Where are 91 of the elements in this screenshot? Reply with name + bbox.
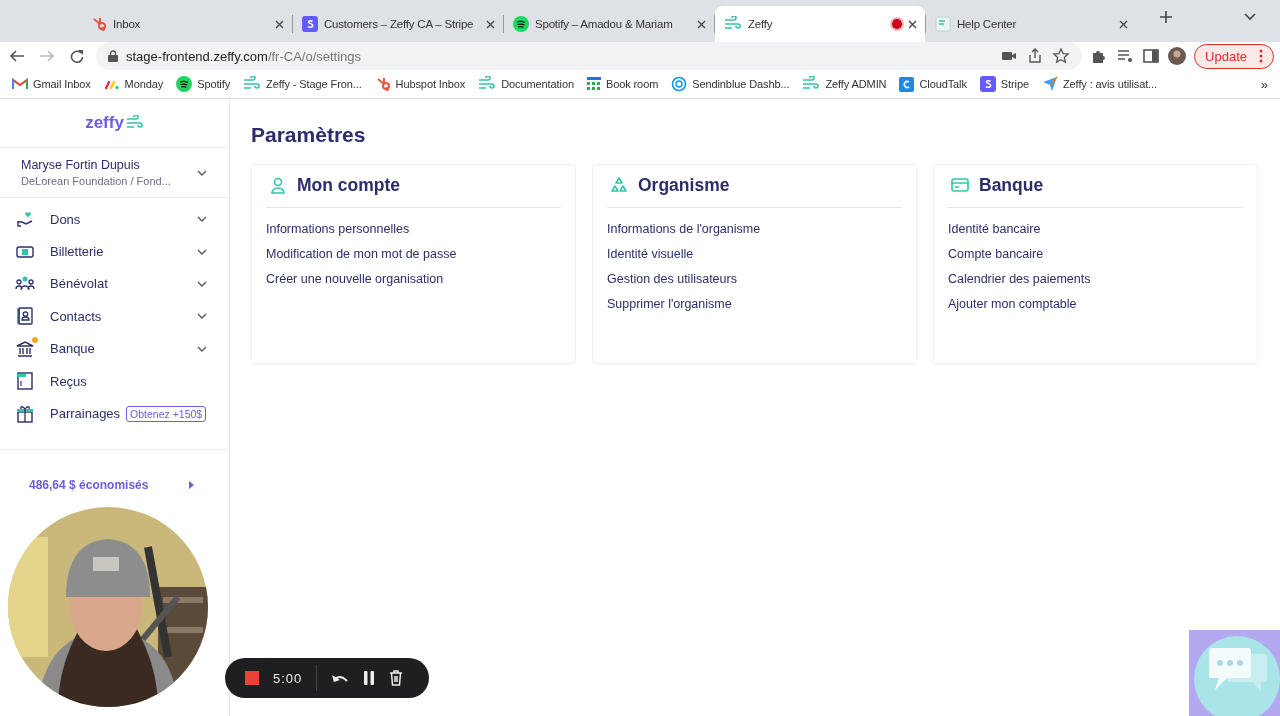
settings-link[interactable]: Calendrier des paiements xyxy=(948,270,1091,289)
trash-icon[interactable] xyxy=(389,670,404,686)
bookmark[interactable]: Zeffy - Stage Fron... xyxy=(243,76,362,92)
bookmark[interactable]: Stripe xyxy=(979,76,1029,92)
card-title: Banque xyxy=(979,174,1044,196)
avatar-icon[interactable] xyxy=(1168,47,1187,65)
referral-badge[interactable]: Obtenez +150$ xyxy=(126,405,207,422)
zeffy-wind-icon xyxy=(802,76,821,92)
bank-icon xyxy=(15,338,35,359)
browser-tab[interactable]: Customers – Zeffy CA – Stripe xyxy=(293,6,503,42)
card-title: Organisme xyxy=(638,174,730,196)
chevron-down-icon[interactable] xyxy=(197,313,207,320)
zeffy-wind-icon xyxy=(724,16,742,32)
chevron-down-icon[interactable] xyxy=(197,345,207,352)
update-button[interactable]: Update xyxy=(1194,43,1274,69)
close-icon[interactable] xyxy=(275,19,284,29)
card-icon xyxy=(951,176,969,194)
settings-link[interactable]: Compte bancaire xyxy=(948,245,1044,264)
pause-icon[interactable] xyxy=(363,671,376,685)
s-logo-icon xyxy=(979,76,996,92)
settings-link[interactable]: Supprimer l'organisme xyxy=(607,295,732,314)
close-icon[interactable] xyxy=(1119,19,1128,29)
settings-link[interactable]: Gestion des utilisateurs xyxy=(607,270,737,289)
sidebar-item[interactable]: Billetterie xyxy=(0,235,229,268)
s-logo-icon xyxy=(302,16,318,32)
address-bar[interactable]: stage-frontend.zeffy.com/fr-CA/o/settings xyxy=(96,42,1083,70)
close-icon[interactable] xyxy=(486,19,495,29)
browser-tab[interactable]: Zeffy xyxy=(715,6,925,42)
monday-icon xyxy=(103,78,120,90)
gift-icon xyxy=(15,403,35,424)
spotify-icon xyxy=(513,16,529,32)
bookmark[interactable]: Gmail Inbox xyxy=(12,78,91,90)
zeffy-wind-icon xyxy=(478,76,497,92)
browser-tab[interactable]: Inbox xyxy=(82,6,292,42)
chevron-down-icon[interactable] xyxy=(197,169,207,176)
settings-link[interactable]: Informations de l'organisme xyxy=(607,220,761,239)
playlist-icon[interactable] xyxy=(1116,47,1135,65)
settings-link[interactable]: Créer une nouvelle organisation xyxy=(266,270,444,289)
recording-time: 5:00 xyxy=(273,670,303,686)
side-panel-icon[interactable] xyxy=(1142,47,1161,65)
receipt-icon xyxy=(15,371,35,392)
c-logo-icon xyxy=(899,76,915,92)
star-icon[interactable] xyxy=(1052,47,1071,65)
close-icon[interactable] xyxy=(697,19,706,29)
bookmark[interactable]: Documentation xyxy=(478,76,574,92)
more-bookmarks-button[interactable]: » xyxy=(1260,76,1268,92)
zeffy-logo[interactable]: zeffy xyxy=(0,99,229,148)
page-title: Paramètres xyxy=(251,123,367,147)
chevron-down-icon[interactable] xyxy=(197,280,207,287)
sidebar-item[interactable]: Contacts xyxy=(0,300,229,333)
caret-right-icon xyxy=(189,480,194,489)
bookmark[interactable]: Sendinblue Dashb... xyxy=(671,76,790,92)
spotify-icon xyxy=(176,76,193,92)
flower-icon xyxy=(671,76,688,92)
settings-link[interactable]: Modification de mon mot de passe xyxy=(266,245,457,264)
browser-tab[interactable]: Help Center xyxy=(926,6,1136,42)
sidebar-item[interactable]: Dons xyxy=(0,203,229,236)
bookmark[interactable]: Zeffy ADMIN xyxy=(802,76,887,92)
bookmark[interactable]: Monday xyxy=(103,78,164,90)
calendar-grid-icon xyxy=(586,77,601,91)
zeffy-wind-icon xyxy=(243,76,262,92)
document-icon xyxy=(935,16,951,32)
bookmark[interactable]: Spotify xyxy=(176,76,231,92)
savings-link[interactable]: 486,64 $ économisés xyxy=(0,448,229,492)
contact-card-icon xyxy=(15,306,35,327)
settings-link[interactable]: Ajouter mon comptable xyxy=(948,295,1077,314)
paper-plane-icon xyxy=(1042,76,1058,92)
bookmark[interactable]: Hubspot Inbox xyxy=(374,76,466,92)
bookmark[interactable]: CloudTalk xyxy=(899,76,967,92)
account-switcher[interactable]: Maryse Fortin Dupuis DeLorean Foundation / Fond... xyxy=(0,148,229,198)
hand-heart-icon xyxy=(15,209,35,230)
gmail-icon xyxy=(12,78,28,90)
bookmark[interactable]: Book room xyxy=(586,77,659,91)
settings-link[interactable]: Identité bancaire xyxy=(948,220,1041,239)
browser-tab[interactable]: Spotify – Amadou & Mariam xyxy=(504,6,714,42)
sidebar-item[interactable]: Bénévolat xyxy=(0,267,229,301)
close-icon[interactable] xyxy=(908,19,917,29)
card-title: Mon compte xyxy=(297,174,401,196)
bookmark[interactable]: Zeffy : avis utilisat... xyxy=(1042,76,1157,92)
sprocket-icon xyxy=(91,16,107,32)
sidebar-item[interactable]: Reçus xyxy=(0,364,229,398)
sidebar-item[interactable]: Parrainages Obtenez +150$ xyxy=(0,397,229,430)
settings-link[interactable]: Identité visuelle xyxy=(607,245,694,264)
sidebar-item[interactable]: Banque xyxy=(0,332,229,365)
lock-icon xyxy=(108,50,118,62)
chevron-down-icon[interactable] xyxy=(197,216,207,223)
more-icon[interactable] xyxy=(1259,48,1263,63)
person-icon xyxy=(269,176,287,194)
wind-icon xyxy=(125,115,144,131)
chevron-down-icon[interactable] xyxy=(197,248,207,255)
settings-link[interactable]: Informations personnelles xyxy=(266,220,410,239)
